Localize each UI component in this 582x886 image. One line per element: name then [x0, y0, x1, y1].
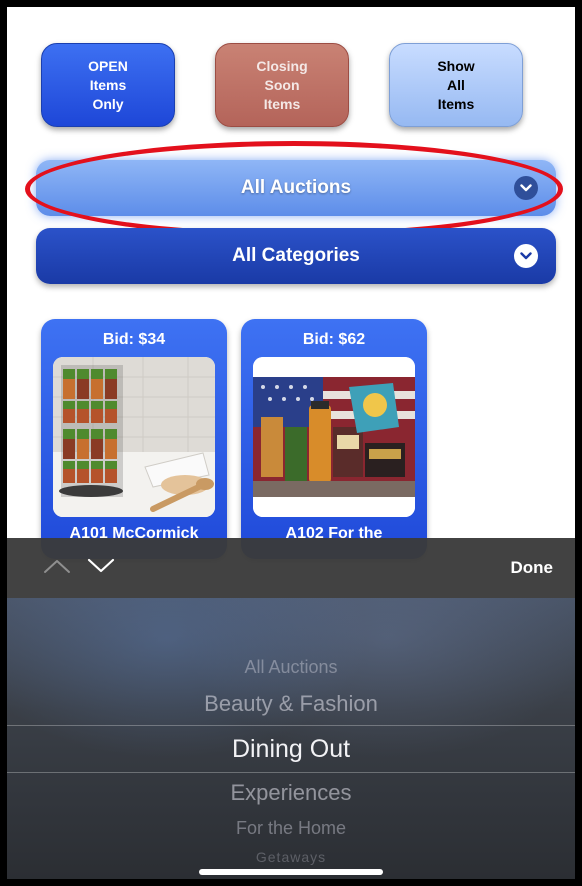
- home-indicator[interactable]: [199, 869, 383, 875]
- next-field-icon[interactable]: [87, 558, 115, 579]
- item-bid: Bid: $62: [302, 331, 366, 348]
- selection-divider: [7, 772, 575, 773]
- auctions-dropdown[interactable]: All Auctions: [36, 160, 556, 216]
- picker-toolbar: Done: [7, 538, 575, 598]
- categories-dropdown[interactable]: All Categories: [36, 228, 556, 284]
- app-screen: OPEN Items Only Closing Soon Items Show …: [7, 7, 575, 879]
- item-image-food-basket: [253, 357, 415, 517]
- chevron-down-icon: [514, 176, 538, 200]
- item-card[interactable]: Bid: $62 A102 For the: [241, 319, 427, 559]
- item-card[interactable]: Bid: $34 A101 McCormick: [41, 319, 227, 559]
- picker-option-selected[interactable]: Dining Out: [7, 735, 575, 764]
- auctions-dropdown-label: All Auctions: [240, 177, 352, 198]
- picker-option[interactable]: All Auctions: [7, 657, 575, 678]
- previous-field-icon[interactable]: [43, 558, 71, 579]
- auction-picker-wheel[interactable]: All Auctions Beauty & Fashion Dining Out…: [7, 598, 575, 879]
- item-bid: Bid: $34: [102, 331, 166, 348]
- picker-option[interactable]: Experiences: [7, 780, 575, 806]
- picker-option[interactable]: Getaways: [7, 849, 575, 865]
- open-items-only-button[interactable]: OPEN Items Only: [41, 43, 175, 127]
- item-image-spice-rack: [53, 357, 215, 517]
- show-all-items-button[interactable]: Show All Items: [389, 43, 523, 127]
- picker-option[interactable]: Beauty & Fashion: [7, 691, 575, 717]
- chevron-down-icon: [514, 244, 538, 268]
- done-button[interactable]: Done: [511, 558, 554, 578]
- categories-dropdown-label: All Categories: [232, 245, 360, 266]
- selection-divider: [7, 725, 575, 726]
- closing-soon-items-button[interactable]: Closing Soon Items: [215, 43, 349, 127]
- picker-option[interactable]: For the Home: [7, 818, 575, 839]
